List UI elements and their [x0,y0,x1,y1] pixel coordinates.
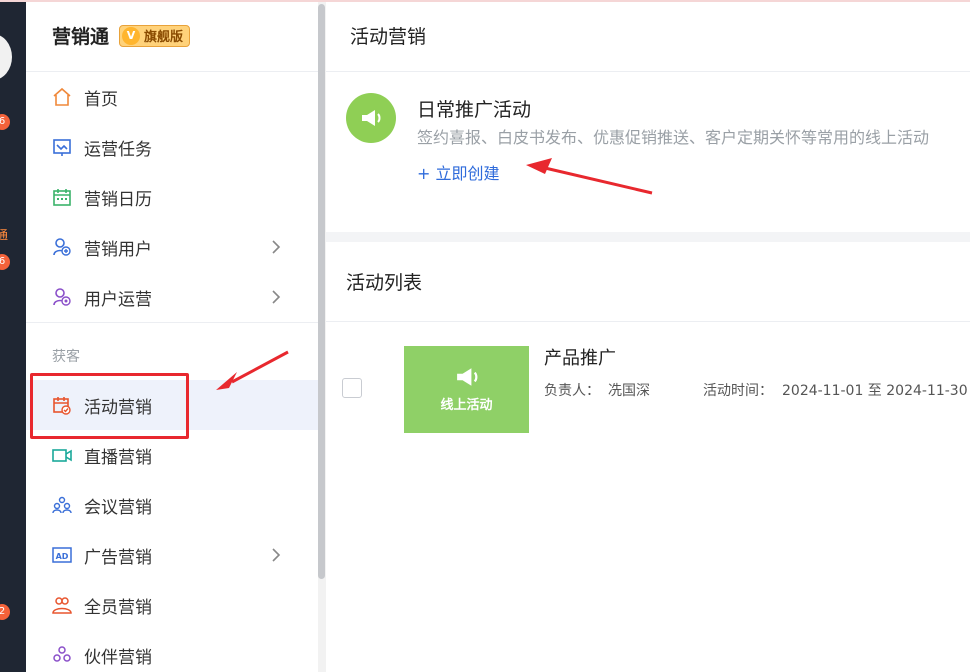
chevron-right-icon [272,548,281,562]
notification-badge: 6 [0,254,10,270]
activity-thumbnail[interactable]: 线上活动 [404,346,529,433]
create-activity-link[interactable]: + 立即创建 [417,160,500,184]
activity-marketing-panel: 活动营销 日常推广活动 签约喜报、白皮书发布、优惠促销推送、客户定期关怀等常用的… [326,0,970,232]
rail-item-label[interactable]: 通 [0,226,8,243]
edition-label: 旗舰版 [144,30,184,45]
sidebar-item-home[interactable]: 首页 [26,72,318,122]
sidebar-item-label: 会议营销 [84,497,152,518]
owner-value: 冼国深 [608,383,650,399]
menu-divider [26,322,318,323]
time-label: 活动时间： [703,383,773,399]
time-value: 2024-11-01 至 2024-11-30 [782,383,968,399]
sidebar-item-label: 用户运营 [84,289,152,310]
sidebar-item-label: 营销日历 [84,189,152,210]
promo-description: 签约喜报、白皮书发布、优惠促销推送、客户定期关怀等常用的线上活动 [417,128,930,147]
thumbnail-label: 线上活动 [440,398,493,413]
team-icon [52,595,72,615]
sidebar-item-label: 运营任务 [84,139,152,160]
chevron-right-icon [272,240,281,254]
left-rail: 6 6 通 2 [0,0,26,672]
calendar-icon [52,187,72,207]
megaphone-icon [346,93,396,143]
sidebar-item-meeting-marketing[interactable]: 会议营销 [26,480,318,530]
app-root: 6 6 通 2 营销通 V 旗舰版 首页 运营任务 营销日历 营销用户 用户运营… [0,0,970,672]
sidebar-item-label: 全员营销 [84,597,152,618]
annotation-highlight-box [30,373,189,439]
avatar[interactable] [0,34,12,80]
row-checkbox[interactable] [342,378,362,398]
owner-label: 负责人： [544,383,600,399]
notification-badge: 2 [0,604,10,620]
sidebar-item-label: 营销用户 [84,239,152,260]
sidebar-item-ad-marketing[interactable]: AD 广告营销 [26,530,318,580]
page-title: 活动营销 [326,0,970,72]
megaphone-icon [456,368,477,386]
task-icon [52,137,72,157]
activity-list-title: 活动列表 [326,242,970,322]
sidebar-item-marketing-users[interactable]: 营销用户 [26,222,318,272]
main-content: 活动营销 日常推广活动 签约喜报、白皮书发布、优惠促销推送、客户定期关怀等常用的… [326,0,970,672]
user-add-icon [52,237,72,257]
sidebar-item-tasks[interactable]: 运营任务 [26,122,318,172]
user-ops-icon [52,287,72,307]
partner-icon [52,645,72,665]
section-label-acquisition: 获客 [52,349,80,365]
sidebar-item-user-operations[interactable]: 用户运营 [26,272,318,322]
brand-header: 营销通 V 旗舰版 [26,0,318,72]
ad-icon: AD [52,545,72,565]
sidebar-item-calendar[interactable]: 营销日历 [26,172,318,222]
video-icon [52,445,72,465]
meeting-icon [52,495,72,515]
svg-text:AD: AD [56,552,69,561]
sidebar-item-label: 伙伴营销 [84,647,152,668]
sidebar-item-label: 广告营销 [84,547,152,568]
vip-icon: V [122,26,141,45]
chevron-right-icon [272,290,281,304]
top-border [0,0,970,2]
home-icon [52,87,72,107]
activity-name[interactable]: 产品推广 [544,344,616,370]
brand-name: 营销通 [52,26,110,48]
sidebar-item-label: 首页 [84,89,118,110]
sidebar-item-all-staff-marketing[interactable]: 全员营销 [26,580,318,630]
activity-list-panel: 活动列表 线上活动 产品推广 负责人： 冼国深 活动时间： 2024-11-01… [326,242,970,672]
sidebar-item-partner-marketing[interactable]: 伙伴营销 [26,630,318,672]
promo-title: 日常推广活动 [417,99,532,121]
sidebar: 营销通 V 旗舰版 首页 运营任务 营销日历 营销用户 用户运营 获客 活动营销… [26,0,318,672]
edition-badge: V 旗舰版 [119,24,191,47]
sidebar-item-label: 直播营销 [84,447,152,468]
notification-badge: 6 [0,114,10,130]
sidebar-scrollbar-thumb[interactable] [318,4,325,579]
